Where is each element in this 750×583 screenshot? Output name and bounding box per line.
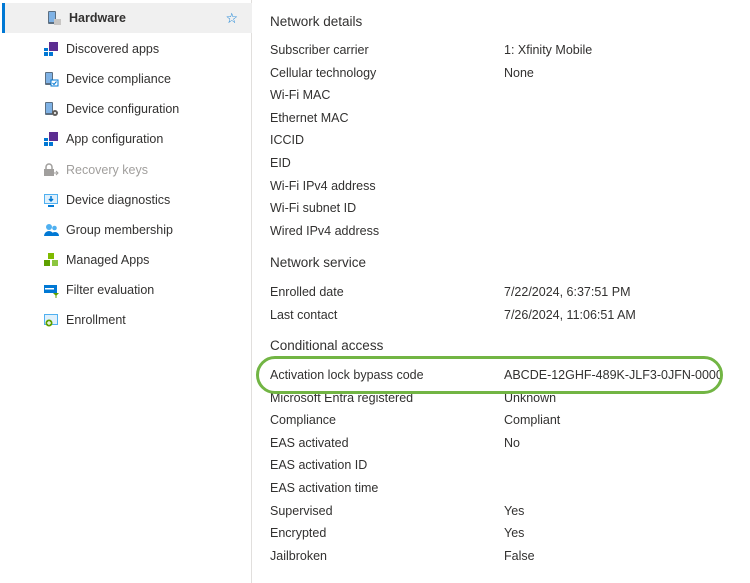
property-row: Jailbroken False	[270, 549, 730, 569]
sidebar-item-recovery-keys: Recovery keys	[2, 155, 252, 185]
property-label: Enrolled date	[270, 285, 344, 299]
sidebar-item-device-compliance[interactable]: Device compliance	[2, 64, 252, 94]
sidebar-item-filter-evaluation[interactable]: Filter evaluation	[2, 275, 252, 305]
hardware-icon	[48, 11, 61, 25]
recovery-keys-icon	[44, 163, 59, 176]
sidebar-item-discovered-apps[interactable]: Discovered apps	[2, 34, 252, 64]
property-label: EID	[270, 156, 291, 170]
property-label: Subscriber carrier	[270, 43, 369, 57]
property-row: EAS activation time	[270, 481, 730, 501]
sidebar-item-hardware[interactable]: Hardware ☆	[2, 3, 252, 33]
managed-apps-icon	[44, 253, 58, 266]
section-title-network-details: Network details	[270, 14, 363, 29]
property-value: None	[504, 65, 534, 80]
property-row: Supervised Yes	[270, 504, 730, 524]
highlight-oval	[256, 356, 723, 394]
property-row: EAS activated No	[270, 436, 730, 456]
property-label: Jailbroken	[270, 548, 327, 563]
device-compliance-icon	[45, 72, 59, 87]
property-value: Compliant	[504, 413, 561, 428]
property-row: Wi-Fi subnet ID	[270, 201, 730, 221]
sidebar-item-label: Filter evaluation	[66, 283, 155, 297]
property-label: Encrypted	[270, 526, 327, 541]
discovered-apps-icon	[44, 42, 58, 56]
property-label: Wi-Fi MAC	[270, 88, 331, 103]
star-icon[interactable]: ☆	[225, 10, 238, 27]
property-label: EAS activated	[270, 435, 349, 450]
property-row: Compliance Compliant	[270, 413, 730, 433]
sidebar-item-label: Group membership	[66, 223, 173, 237]
sidebar-item-label: Device configuration	[66, 102, 180, 116]
sidebar-item-group-membership[interactable]: Group membership	[2, 215, 252, 245]
group-membership-icon	[44, 224, 59, 236]
property-label: EAS activation time	[270, 481, 379, 495]
sidebar-item-label: Discovered apps	[66, 42, 160, 56]
sidebar-item-label: Device diagnostics	[66, 193, 171, 207]
device-diagnostics-icon	[44, 194, 58, 207]
property-row: Wired IPv4 address	[270, 224, 730, 244]
section-title-network-service: Network service	[270, 255, 367, 270]
sidebar-item-label: Managed Apps	[66, 253, 150, 267]
filter-evaluation-icon	[44, 285, 59, 298]
property-label: EAS activation ID	[270, 458, 368, 473]
property-row: Last contact 7/26/2024, 11:06:51 AM	[270, 308, 730, 328]
property-row: Wi-Fi MAC	[270, 88, 730, 108]
property-row: Wi-Fi IPv4 address	[270, 179, 730, 199]
device-configuration-icon	[45, 102, 58, 116]
property-label: Supervised	[270, 503, 333, 518]
sidebar-item-label: Enrollment	[66, 313, 126, 327]
property-row: EAS activation ID	[270, 458, 730, 478]
sidebar-item-label: Hardware	[69, 11, 126, 25]
property-label: Last contact	[270, 307, 338, 322]
sidebar-item-enrollment[interactable]: Enrollment	[2, 305, 252, 335]
property-row: Ethernet MAC	[270, 111, 730, 131]
property-row: Encrypted Yes	[270, 526, 730, 546]
property-value: False	[504, 548, 535, 563]
property-label: Wi-Fi IPv4 address	[270, 178, 376, 193]
property-label: ICCID	[270, 133, 305, 148]
property-label: Wired IPv4 address	[270, 223, 380, 238]
section-title-conditional-access: Conditional access	[270, 338, 384, 353]
sidebar-item-label: Device compliance	[66, 72, 171, 86]
property-row: Cellular technology None	[270, 66, 730, 86]
property-value: 7/22/2024, 6:37:51 PM	[504, 285, 631, 299]
property-label: Ethernet MAC	[270, 110, 349, 125]
property-row: Subscriber carrier 1: Xfinity Mobile	[270, 43, 730, 63]
sidebar-item-app-configuration[interactable]: App configuration	[2, 124, 252, 154]
sidebar-item-device-diagnostics[interactable]: Device diagnostics	[2, 185, 252, 215]
sidebar-item-managed-apps[interactable]: Managed Apps	[2, 245, 252, 275]
property-value: Yes	[504, 526, 525, 541]
app-configuration-icon	[44, 132, 58, 146]
property-label: Cellular technology	[270, 65, 377, 80]
property-value: Yes	[504, 503, 525, 518]
property-label: Wi-Fi subnet ID	[270, 201, 357, 216]
enrollment-icon	[44, 314, 58, 327]
property-label: Compliance	[270, 413, 337, 428]
property-row: Enrolled date 7/22/2024, 6:37:51 PM	[270, 285, 730, 305]
property-value: No	[504, 435, 520, 450]
property-row: ICCID	[270, 133, 730, 153]
property-value: 1: Xfinity Mobile	[504, 43, 593, 57]
property-row: EID	[270, 156, 730, 176]
property-value: 7/26/2024, 11:06:51 AM	[504, 307, 636, 322]
sidebar-item-device-configuration[interactable]: Device configuration	[2, 94, 252, 124]
sidebar-item-label: Recovery keys	[66, 163, 148, 177]
sidebar-item-label: App configuration	[66, 132, 164, 146]
sidebar: Hardware ☆ Discovered apps Device compli…	[0, 0, 252, 583]
